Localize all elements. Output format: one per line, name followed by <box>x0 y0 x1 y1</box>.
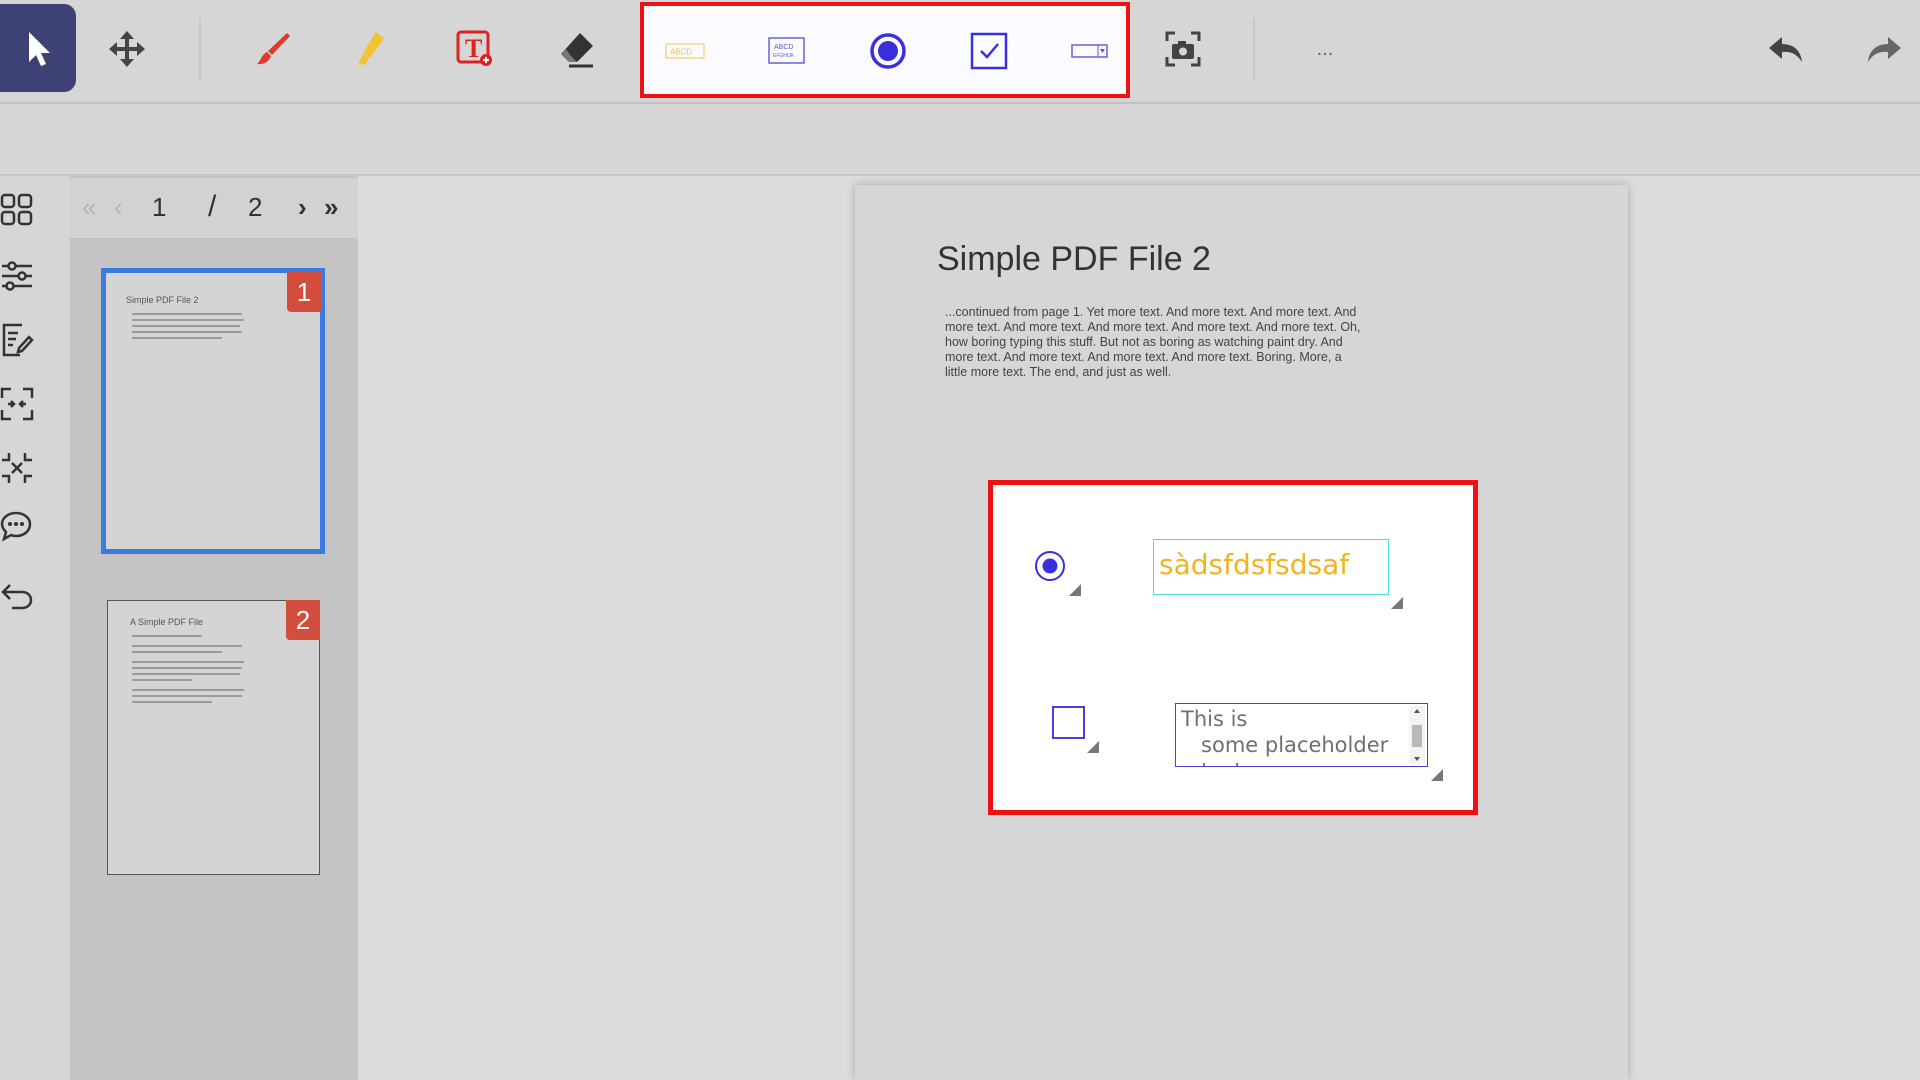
form-tools-group: ABCD ABCD EFGHIJK <box>640 2 1130 98</box>
page-navigator: « ‹ 1 / 2 › » <box>70 178 358 239</box>
text-field-tool-button[interactable]: ABCD <box>650 16 720 86</box>
thumbnail-title: Simple PDF File 2 <box>126 295 199 305</box>
thumbnail-page-badge: 2 <box>286 600 320 640</box>
textarea-field[interactable]: This is some placeholder text <box>1175 703 1428 767</box>
document-body-text: ...continued from page 1. Yet more text.… <box>945 305 1361 379</box>
document-title: Simple PDF File 2 <box>937 240 1211 278</box>
highlighter-icon <box>358 32 384 65</box>
thumbnail-text-line <box>132 689 244 691</box>
svg-text:EFGHIJK: EFGHIJK <box>773 53 795 59</box>
text-add-icon: T <box>456 30 492 66</box>
brush-tool-button[interactable] <box>238 14 308 84</box>
thumbnail-text-line <box>132 661 244 663</box>
previous-page-icon[interactable]: ‹ <box>114 192 123 223</box>
dropdown-field-icon <box>1071 44 1108 58</box>
select-tool-button[interactable] <box>0 4 76 92</box>
dropdown-tool-button[interactable] <box>1055 16 1125 86</box>
total-pages: 2 <box>248 192 263 222</box>
cursor-arrow-icon <box>29 32 50 66</box>
svg-text:ABCD: ABCD <box>774 44 793 51</box>
radio-selected-icon <box>1035 551 1065 581</box>
thumbnail-page-badge: 1 <box>287 272 321 312</box>
move-tool-button[interactable] <box>92 14 162 84</box>
thumbnail-text-line <box>132 695 242 697</box>
toolbar-divider <box>1253 18 1255 80</box>
text-input-field[interactable]: sàdsfdsfsdsaf <box>1153 539 1389 595</box>
redo-button[interactable] <box>1849 14 1919 84</box>
textarea-content: This is some placeholder text <box>1181 707 1389 766</box>
thumbnails-icon[interactable] <box>0 190 36 230</box>
thumbnail-text-line <box>132 645 242 647</box>
text-field-icon: ABCD <box>665 43 705 59</box>
scroll-up-icon <box>1414 709 1420 713</box>
thumbnail-title: A Simple PDF File <box>130 617 204 627</box>
thumbnail-text-line <box>132 673 240 675</box>
resize-handle-icon[interactable] <box>1087 741 1099 753</box>
next-page-icon[interactable]: › <box>298 192 307 223</box>
compress-icon[interactable] <box>0 384 36 424</box>
thumbnail-text-line <box>132 667 242 669</box>
eraser-icon <box>561 33 593 68</box>
radio-button-field[interactable] <box>1034 550 1066 582</box>
resize-handle-icon[interactable] <box>1069 584 1081 596</box>
page-thumbnail-1[interactable]: 1 Simple PDF File 2 <box>101 268 325 554</box>
split-icon[interactable] <box>0 448 36 488</box>
page-thumbnail-2[interactable]: 2 A Simple PDF File <box>107 600 320 875</box>
thumbnail-text-line <box>132 331 242 333</box>
adjustments-icon[interactable] <box>0 256 36 296</box>
resize-handle-icon[interactable] <box>1431 769 1443 781</box>
textarea-tool-button[interactable]: ABCD EFGHIJK <box>752 16 822 86</box>
undo-button[interactable] <box>1751 14 1821 84</box>
back-icon[interactable] <box>0 576 36 616</box>
checkbox-tool-button[interactable] <box>954 16 1024 86</box>
thumbnail-text-line <box>132 701 212 703</box>
text-area-icon: ABCD EFGHIJK <box>768 37 805 64</box>
thumbnail-text-line <box>132 679 192 681</box>
thumbnail-text-line <box>132 635 202 637</box>
move-arrows-icon <box>109 31 145 67</box>
paint-brush-icon <box>257 33 290 65</box>
thumbnail-text-line <box>132 325 240 327</box>
left-icon-rail <box>0 176 70 1080</box>
eraser-tool-button[interactable] <box>542 14 612 84</box>
checkbox-icon <box>970 32 1008 70</box>
current-page-number[interactable]: 1 <box>152 192 166 223</box>
undo-icon <box>1769 37 1802 62</box>
add-text-tool-button[interactable]: T <box>440 14 510 84</box>
thumbnail-text-line <box>132 337 222 339</box>
comments-icon[interactable] <box>0 506 36 546</box>
main-toolbar: T ABCD ABCD EFGHIJK ... <box>0 0 1920 104</box>
svg-text:ABCD: ABCD <box>670 48 692 57</box>
checkbox-field[interactable] <box>1052 706 1085 739</box>
resize-handle-icon[interactable] <box>1391 597 1403 609</box>
screenshot-tool-button[interactable] <box>1148 14 1218 84</box>
redo-icon <box>1868 37 1901 62</box>
thumbnail-text-line <box>132 313 242 315</box>
secondary-toolbar <box>0 104 1920 176</box>
toolbar-divider <box>199 18 201 80</box>
textarea-scrollbar[interactable] <box>1409 706 1425 764</box>
highlighter-tool-button[interactable] <box>335 14 405 84</box>
first-page-icon[interactable]: « <box>82 192 96 223</box>
scroll-down-icon <box>1414 757 1420 761</box>
last-page-icon[interactable]: » <box>324 192 338 223</box>
scroll-thumb <box>1412 725 1422 747</box>
thumbnail-text-line <box>132 651 222 653</box>
more-tools-button[interactable]: ... <box>1300 14 1350 84</box>
thumbnail-text-line <box>132 319 244 321</box>
edit-document-icon[interactable] <box>0 320 36 360</box>
svg-text:T: T <box>465 34 482 63</box>
page-separator: / <box>208 190 217 223</box>
camera-capture-icon <box>1165 31 1201 67</box>
radio-button-tool-button[interactable] <box>853 16 923 86</box>
radio-button-icon <box>870 33 906 69</box>
